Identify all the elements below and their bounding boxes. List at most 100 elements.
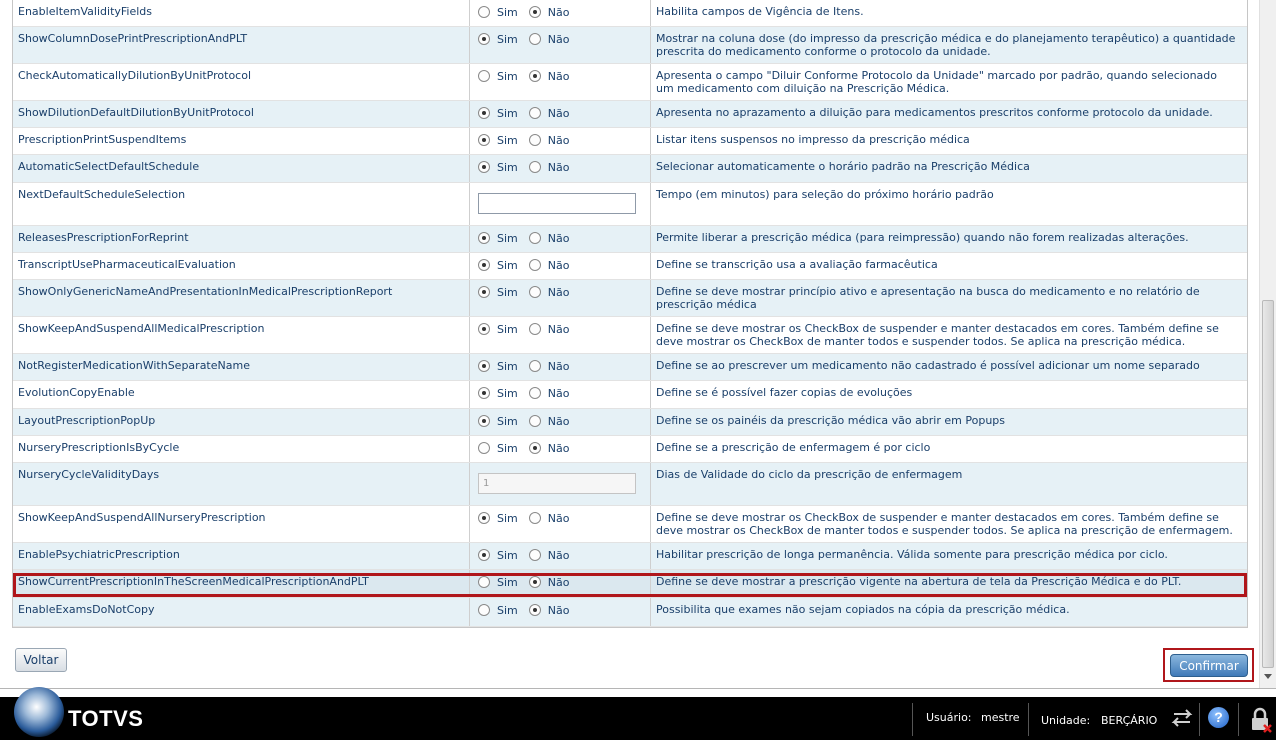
radio-sim[interactable]: [478, 360, 490, 372]
radio-sim-label[interactable]: Sim: [497, 442, 518, 455]
confirm-highlight-frame: Confirmar: [1163, 648, 1254, 682]
radio-nao-label[interactable]: Não: [548, 70, 570, 83]
radio-sim-label[interactable]: Sim: [497, 33, 518, 46]
radio-sim[interactable]: [478, 387, 490, 399]
setting-description: Define se a prescrição de enfermagem é p…: [656, 441, 931, 454]
radio-sim-label[interactable]: Sim: [497, 107, 518, 120]
radio-sim[interactable]: [478, 442, 490, 454]
radio-nao[interactable]: [528, 232, 541, 244]
back-button[interactable]: Voltar: [15, 648, 67, 672]
setting-value-cell: Sim Não: [470, 506, 651, 542]
radio-nao[interactable]: [528, 134, 541, 146]
radio-nao[interactable]: [528, 442, 541, 454]
radio-nao[interactable]: [528, 70, 541, 82]
radio-sim-label[interactable]: Sim: [497, 232, 518, 245]
radio-sim-label[interactable]: Sim: [497, 6, 518, 19]
radio-sim-label[interactable]: Sim: [497, 161, 518, 174]
radio-nao[interactable]: [528, 259, 541, 271]
scroll-thumb[interactable]: [1262, 300, 1274, 668]
radio-nao-label[interactable]: Não: [548, 232, 570, 245]
radio-sim[interactable]: [478, 107, 490, 119]
radio-nao-label[interactable]: Não: [548, 360, 570, 373]
radio-nao-label[interactable]: Não: [548, 134, 570, 147]
radio-sim[interactable]: [478, 512, 490, 524]
setting-value-cell: Sim Não: [470, 381, 651, 408]
radio-nao[interactable]: [528, 6, 541, 18]
radio-nao[interactable]: [528, 360, 541, 372]
radio-group: Sim Não: [478, 547, 650, 563]
radio-nao[interactable]: [528, 161, 541, 173]
radio-sim[interactable]: [478, 161, 490, 173]
radio-nao[interactable]: [528, 415, 541, 427]
taskbar: TOTVS Usuário: mestre Unidade: BERÇÁRIO …: [0, 687, 1276, 740]
radio-nao-label[interactable]: Não: [548, 323, 570, 336]
radio-sim-label[interactable]: Sim: [497, 415, 518, 428]
radio-nao-label[interactable]: Não: [548, 442, 570, 455]
radio-nao-label[interactable]: Não: [548, 259, 570, 272]
radio-nao[interactable]: [528, 576, 541, 588]
radio-nao-label[interactable]: Não: [548, 604, 570, 617]
radio-nao-label[interactable]: Não: [548, 107, 570, 120]
radio-group: Sim Não: [478, 358, 650, 374]
vertical-scrollbar[interactable]: [1259, 0, 1276, 688]
setting-description: Define se deve mostrar os CheckBox de su…: [656, 511, 1233, 537]
radio-nao-label[interactable]: Não: [548, 286, 570, 299]
radio-sim[interactable]: [478, 604, 490, 616]
radio-nao-label[interactable]: Não: [548, 512, 570, 525]
radio-sim-label[interactable]: Sim: [497, 387, 518, 400]
table-row: LayoutPrescriptionPopUp Sim Não Define se o…: [13, 409, 1247, 436]
setting-text-input[interactable]: [478, 193, 636, 214]
radio-sim[interactable]: [478, 576, 490, 588]
radio-sim-label[interactable]: Sim: [497, 360, 518, 373]
swap-unit-icon[interactable]: [1170, 709, 1194, 727]
radio-nao[interactable]: [528, 387, 541, 399]
radio-sim[interactable]: [478, 70, 490, 82]
logout-lock-icon[interactable]: [1248, 707, 1272, 733]
radio-nao[interactable]: [528, 323, 541, 335]
radio-sim[interactable]: [478, 259, 490, 271]
radio-sim[interactable]: [478, 33, 490, 45]
radio-nao-label[interactable]: Não: [548, 576, 570, 589]
radio-sim-label[interactable]: Sim: [497, 323, 518, 336]
setting-name: NurseryCycleValidityDays: [13, 463, 470, 505]
radio-sim-label[interactable]: Sim: [497, 549, 518, 562]
radio-sim-label[interactable]: Sim: [497, 512, 518, 525]
setting-description: Possibilita que exames não sejam copiado…: [656, 603, 1070, 616]
scroll-down-icon[interactable]: [1264, 674, 1272, 679]
confirm-button[interactable]: Confirmar: [1170, 654, 1248, 677]
help-icon[interactable]: ?: [1208, 707, 1229, 728]
radio-sim-label[interactable]: Sim: [497, 604, 518, 617]
radio-sim-label[interactable]: Sim: [497, 576, 518, 589]
radio-nao-label[interactable]: Não: [548, 415, 570, 428]
radio-nao-label[interactable]: Não: [548, 549, 570, 562]
radio-sim[interactable]: [478, 232, 490, 244]
radio-sim[interactable]: [478, 549, 490, 561]
radio-group: Sim Não: [478, 321, 650, 337]
radio-nao[interactable]: [528, 33, 541, 45]
radio-sim[interactable]: [478, 323, 490, 335]
table-row: EvolutionCopyEnable Sim Não Define se é pos…: [13, 381, 1247, 409]
radio-sim-label[interactable]: Sim: [497, 70, 518, 83]
radio-sim-label[interactable]: Sim: [497, 134, 518, 147]
radio-nao-label[interactable]: Não: [548, 387, 570, 400]
table-row: ShowDilutionDefaultDilutionByUnitProtoco…: [13, 101, 1247, 128]
radio-sim[interactable]: [478, 6, 490, 18]
table-row: CheckAutomaticallyDilutionByUnitProtocol…: [13, 64, 1247, 101]
radio-sim-label[interactable]: Sim: [497, 286, 518, 299]
radio-group: Sim Não: [478, 31, 650, 47]
radio-nao[interactable]: [528, 604, 541, 616]
radio-nao[interactable]: [528, 549, 541, 561]
radio-nao[interactable]: [528, 107, 541, 119]
radio-nao-label[interactable]: Não: [548, 6, 570, 19]
radio-nao[interactable]: [528, 286, 541, 298]
radio-nao[interactable]: [528, 512, 541, 524]
radio-group: Sim Não: [478, 132, 650, 148]
radio-sim[interactable]: [478, 286, 490, 298]
setting-name: AutomaticSelectDefaultSchedule: [13, 155, 470, 182]
radio-nao-label[interactable]: Não: [548, 33, 570, 46]
radio-nao-label[interactable]: Não: [548, 161, 570, 174]
radio-sim-label[interactable]: Sim: [497, 259, 518, 272]
radio-sim[interactable]: [478, 134, 490, 146]
table-row: EnableExamsDoNotCopy Sim Não Possibilita qu…: [13, 598, 1247, 627]
radio-sim[interactable]: [478, 415, 490, 427]
